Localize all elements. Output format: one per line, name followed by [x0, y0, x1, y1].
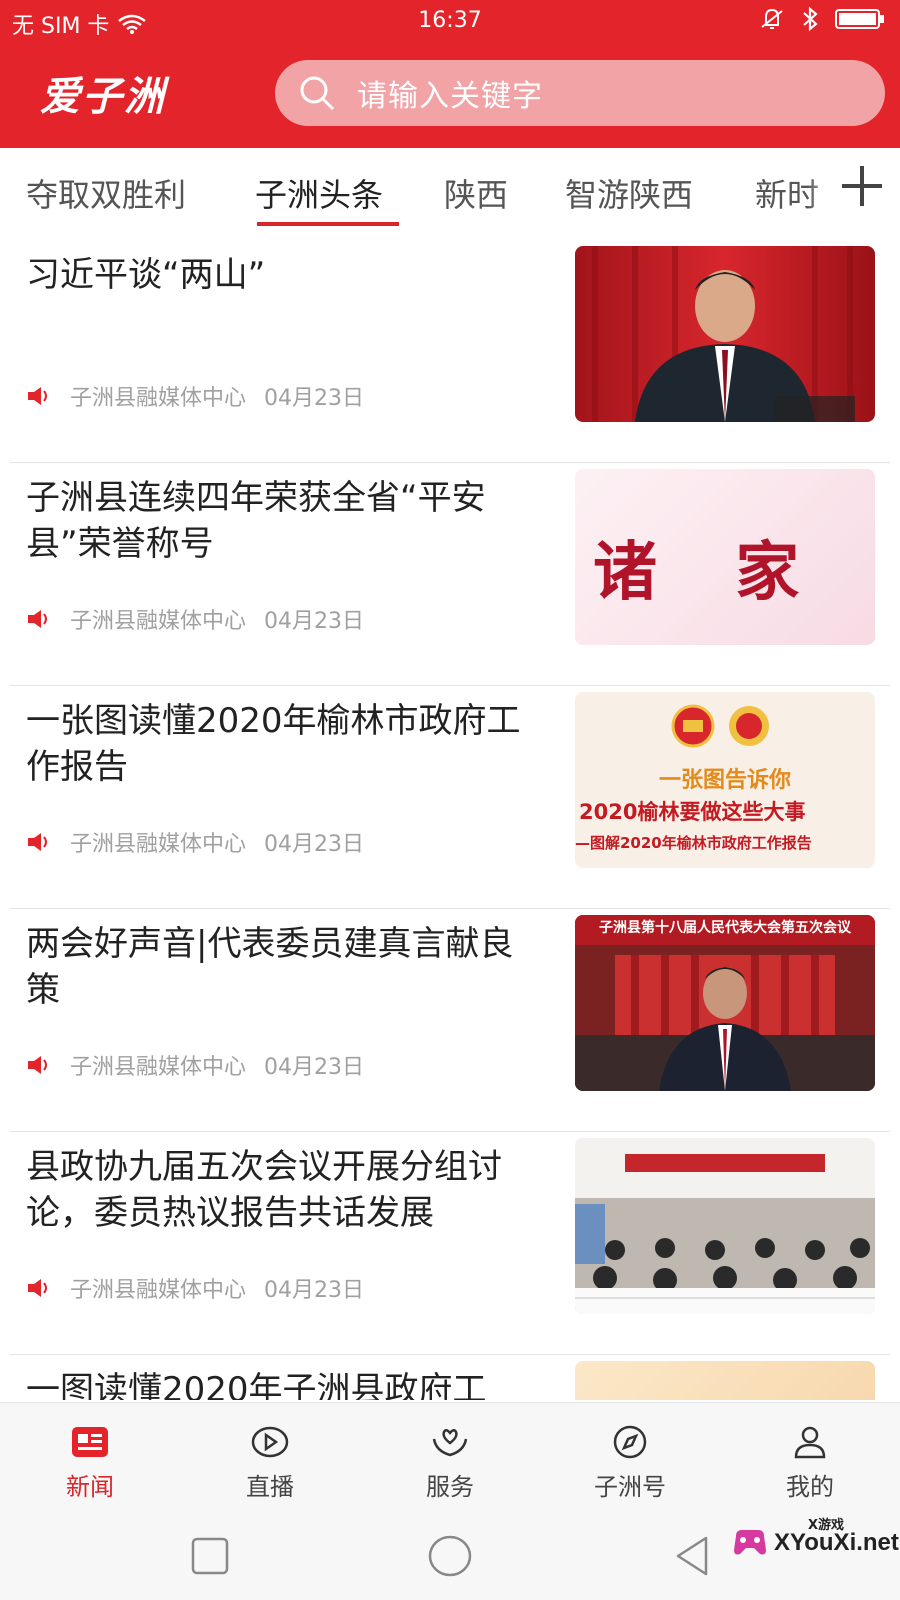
news-meta: 子洲县融媒体中心 04月23日 — [26, 380, 364, 412]
news-thumbnail[interactable]: 诸 家 — [575, 469, 875, 645]
nav-news[interactable]: 新闻 — [0, 1403, 180, 1514]
news-meta: 子洲县融媒体中心 04月23日 — [26, 826, 364, 858]
speaker-icon[interactable] — [26, 831, 52, 853]
news-thumbnail[interactable] — [575, 1138, 875, 1314]
news-item[interactable]: 习近平谈“两山” 子洲县融媒体中心 04月23日 — [10, 240, 890, 463]
thumbnail-line-3: —图解2020年榆林市政府工作报告 — [575, 834, 812, 852]
speaker-icon[interactable] — [26, 1277, 52, 1299]
news-item[interactable]: 一张图读懂2020年榆林市政府工作报告 子洲县融媒体中心 04月23日 一张图告… — [10, 686, 890, 909]
nav-label: 我的 — [786, 1473, 834, 1501]
nav-live[interactable]: 直播 — [180, 1403, 360, 1514]
mute-icon — [761, 8, 783, 29]
play-icon — [251, 1426, 289, 1458]
news-date: 04月23日 — [264, 386, 365, 411]
nav-mine[interactable]: 我的 — [720, 1403, 900, 1514]
news-thumbnail[interactable] — [575, 246, 875, 422]
emblem-icon — [671, 704, 715, 748]
tab-shuangshengli[interactable]: 夺取双胜利 — [26, 170, 186, 216]
app-logo: 爱子洲 — [40, 73, 166, 120]
recent-apps-icon[interactable] — [190, 1536, 230, 1576]
nav-label: 新闻 — [66, 1473, 114, 1501]
compass-icon — [613, 1425, 647, 1459]
nav-zizhou-account[interactable]: 子洲号 — [540, 1403, 720, 1514]
battery-icon — [835, 9, 884, 29]
news-item[interactable]: 一图读懂2020年子洲县政府工 — [10, 1355, 890, 1400]
search-placeholder[interactable]: 请输入关键字 — [357, 71, 543, 115]
news-icon — [72, 1427, 108, 1457]
news-date: 04月23日 — [264, 609, 365, 634]
tab-zhiyou-shaanxi[interactable]: 智游陕西 — [565, 170, 693, 216]
tab-zizhou-headlines[interactable]: 子洲头条 — [255, 170, 383, 216]
thumbnail-line-2: 2020榆林要做这些大事 — [579, 800, 806, 824]
news-item[interactable]: 县政协九届五次会议开展分组讨论，委员热议报告共话发展 子洲县融媒体中心 04月2… — [10, 1132, 890, 1355]
news-item[interactable]: 子洲县连续四年荣获全省“平安县”荣誉称号 子洲县融媒体中心 04月23日 诸 家 — [10, 463, 890, 686]
news-date: 04月23日 — [264, 1278, 365, 1303]
news-meta: 子洲县融媒体中心 04月23日 — [26, 1272, 364, 1304]
tab-shaanxi[interactable]: 陕西 — [444, 170, 508, 216]
search-bar[interactable]: 请输入关键字 — [275, 60, 885, 126]
news-item[interactable]: 两会好声音|代表委员建真言献良策 子洲县融媒体中心 04月23日 子洲县第十八届… — [10, 909, 890, 1132]
news-source: 子洲县融媒体中心 — [70, 1278, 247, 1303]
news-title[interactable]: 习近平谈“两山” — [26, 252, 546, 298]
bottom-nav: 新闻 直播 服务 子洲号 我的 — [0, 1402, 900, 1514]
speaker-icon[interactable] — [26, 1054, 52, 1076]
thumbnail-line-1: 一张图告诉你 — [658, 768, 791, 793]
person-icon — [794, 1426, 826, 1459]
news-title[interactable]: 一图读懂2020年子洲县政府工 — [26, 1367, 556, 1400]
speaker-icon[interactable] — [26, 385, 52, 407]
news-date: 04月23日 — [264, 832, 365, 857]
news-title[interactable]: 一张图读懂2020年榆林市政府工作报告 — [26, 698, 546, 790]
status-right — [758, 6, 886, 32]
news-title[interactable]: 两会好声音|代表委员建真言献良策 — [26, 921, 546, 1013]
news-thumbnail[interactable]: 子洲县第十八届人民代表大会第五次会议 — [575, 915, 875, 1091]
heart-hands-icon — [432, 1429, 468, 1457]
gamepad-icon — [734, 1530, 766, 1555]
news-source: 子洲县融媒体中心 — [70, 832, 247, 857]
status-bar: 无 SIM 卡 16:37 — [0, 0, 900, 42]
news-title[interactable]: 县政协九届五次会议开展分组讨论，委员热议报告共话发展 — [26, 1144, 546, 1236]
home-icon[interactable] — [427, 1534, 473, 1578]
news-thumbnail[interactable]: 一张图告诉你 2020榆林要做这些大事 —图解2020年榆林市政府工作报告 — [575, 692, 875, 868]
category-tabs: 夺取双胜利 子洲头条 陕西 智游陕西 新时 — [0, 148, 900, 240]
news-list: 习近平谈“两山” 子洲县融媒体中心 04月23日 子洲县连续四年荣获全省“平安县… — [0, 240, 900, 1400]
app-header: 爱子洲 请输入关键字 — [0, 42, 900, 148]
watermark: XYouXi.net — [732, 1528, 899, 1558]
news-date: 04月23日 — [264, 1055, 365, 1080]
news-meta: 子洲县融媒体中心 04月23日 — [26, 1049, 364, 1081]
news-meta: 子洲县融媒体中心 04月23日 — [26, 603, 364, 635]
add-tab-icon[interactable] — [840, 164, 884, 208]
news-title[interactable]: 子洲县连续四年荣获全省“平安县”荣誉称号 — [26, 475, 546, 567]
bluetooth-icon — [803, 6, 818, 32]
active-tab-indicator — [257, 222, 399, 226]
nav-label: 服务 — [426, 1473, 474, 1501]
thumbnail-banner: 子洲县第十八届人民代表大会第五次会议 — [599, 920, 851, 936]
nav-label: 子洲号 — [594, 1473, 666, 1501]
news-source: 子洲县融媒体中心 — [70, 1055, 247, 1080]
watermark-text: XYouXi.net — [774, 1529, 899, 1556]
nav-service[interactable]: 服务 — [360, 1403, 540, 1514]
back-icon[interactable] — [672, 1534, 712, 1578]
news-thumbnail[interactable] — [575, 1361, 875, 1400]
speaker-icon[interactable] — [26, 608, 52, 630]
emblem-icon — [729, 706, 769, 746]
search-icon — [300, 76, 335, 111]
news-source: 子洲县融媒体中心 — [70, 386, 247, 411]
nav-label: 直播 — [246, 1473, 294, 1501]
news-source: 子洲县融媒体中心 — [70, 609, 247, 634]
thumbnail-calligraphy: 诸 家 — [593, 535, 828, 610]
